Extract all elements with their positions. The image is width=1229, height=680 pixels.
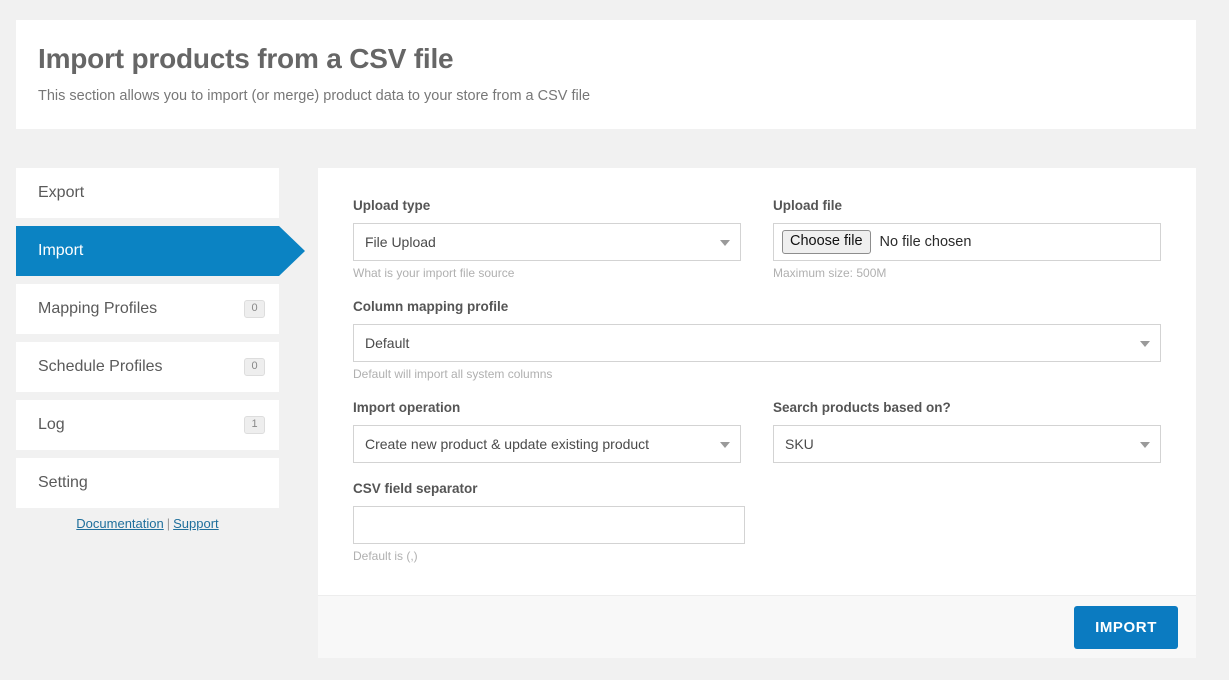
form-row-separator: CSV field separator Default is (,): [353, 481, 1161, 582]
sidebar: Export Import Mapping Profiles 0 Schedul…: [16, 168, 305, 531]
page-title: Import products from a CSV file: [38, 43, 454, 74]
upload-file-hint: Maximum size: 500M: [773, 266, 887, 280]
search-products-based-on-select[interactable]: SKU: [773, 425, 1161, 463]
csv-field-separator-field: CSV field separator Default is (,): [353, 481, 745, 564]
form-row-upload: Upload type File Upload What is your imp…: [353, 198, 1161, 299]
sidebar-item-label: Log: [38, 416, 65, 433]
column-mapping-profile-field: Column mapping profile Default Default w…: [353, 299, 1161, 382]
sidebar-item-badge: 0: [244, 358, 265, 376]
form-row-operation: Import operation Create new product & up…: [353, 400, 1161, 481]
chevron-down-icon: [1140, 341, 1150, 347]
import-operation-label: Import operation: [353, 400, 461, 415]
support-link[interactable]: Support: [173, 516, 219, 531]
import-operation-select[interactable]: Create new product & update existing pro…: [353, 425, 741, 463]
active-pointer-icon: [279, 226, 305, 276]
sidebar-item-export[interactable]: Export: [16, 168, 279, 218]
column-mapping-profile-select[interactable]: Default: [353, 324, 1161, 362]
column-mapping-profile-hint: Default will import all system columns: [353, 367, 553, 381]
upload-type-field: Upload type File Upload What is your imp…: [353, 198, 741, 281]
import-form-panel: Upload type File Upload What is your imp…: [318, 168, 1196, 658]
sidebar-item-schedule-profiles[interactable]: Schedule Profiles 0: [16, 342, 279, 392]
sidebar-item-label: Setting: [38, 474, 88, 491]
sidebar-item-import[interactable]: Import: [16, 226, 305, 276]
panel-footer: IMPORT: [318, 595, 1196, 658]
column-mapping-profile-label: Column mapping profile: [353, 299, 509, 314]
chevron-down-icon: [720, 240, 730, 246]
upload-type-label: Upload type: [353, 198, 431, 213]
upload-file-field: Upload file Choose file No file chosen M…: [773, 198, 1161, 281]
form-row-mapping: Column mapping profile Default Default w…: [353, 299, 1161, 400]
chevron-down-icon: [720, 442, 730, 448]
documentation-link[interactable]: Documentation: [76, 516, 163, 531]
import-button[interactable]: IMPORT: [1074, 605, 1178, 649]
chosen-file-name: No file chosen: [879, 234, 972, 250]
search-products-based-on-field: Search products based on? SKU: [773, 400, 1161, 463]
import-form-body: Upload type File Upload What is your imp…: [318, 168, 1196, 582]
sidebar-item-badge: 1: [244, 416, 265, 434]
sidebar-item-mapping-profiles[interactable]: Mapping Profiles 0: [16, 284, 279, 334]
chevron-down-icon: [1140, 442, 1150, 448]
import-operation-value: Create new product & update existing pro…: [365, 436, 650, 452]
sidebar-item-label: Export: [38, 184, 85, 201]
choose-file-button[interactable]: Choose file: [782, 230, 871, 254]
import-operation-field: Import operation Create new product & up…: [353, 400, 741, 463]
sidebar-item-setting[interactable]: Setting: [16, 458, 279, 508]
csv-field-separator-hint: Default is (,): [353, 549, 418, 563]
upload-file-input[interactable]: Choose file No file chosen: [773, 223, 1161, 261]
link-separator: |: [166, 516, 171, 531]
upload-type-value: File Upload: [365, 234, 436, 250]
upload-type-select[interactable]: File Upload: [353, 223, 741, 261]
csv-field-separator-label: CSV field separator: [353, 481, 478, 496]
csv-field-separator-input[interactable]: [353, 506, 745, 544]
sidebar-item-label: Import: [38, 242, 84, 259]
page-subtitle: This section allows you to import (or me…: [38, 88, 591, 104]
sidebar-footer-links: Documentation | Support: [16, 516, 279, 531]
sidebar-item-label: Mapping Profiles: [38, 300, 158, 317]
search-products-based-on-label: Search products based on?: [773, 400, 951, 415]
page-header-card: Import products from a CSV file This sec…: [16, 20, 1196, 129]
column-mapping-profile-value: Default: [365, 335, 410, 351]
upload-type-hint: What is your import file source: [353, 266, 515, 280]
sidebar-item-badge: 0: [244, 300, 265, 318]
sidebar-item-log[interactable]: Log 1: [16, 400, 279, 450]
upload-file-label: Upload file: [773, 198, 843, 213]
search-products-based-on-value: SKU: [785, 436, 814, 452]
sidebar-item-label: Schedule Profiles: [38, 358, 163, 375]
